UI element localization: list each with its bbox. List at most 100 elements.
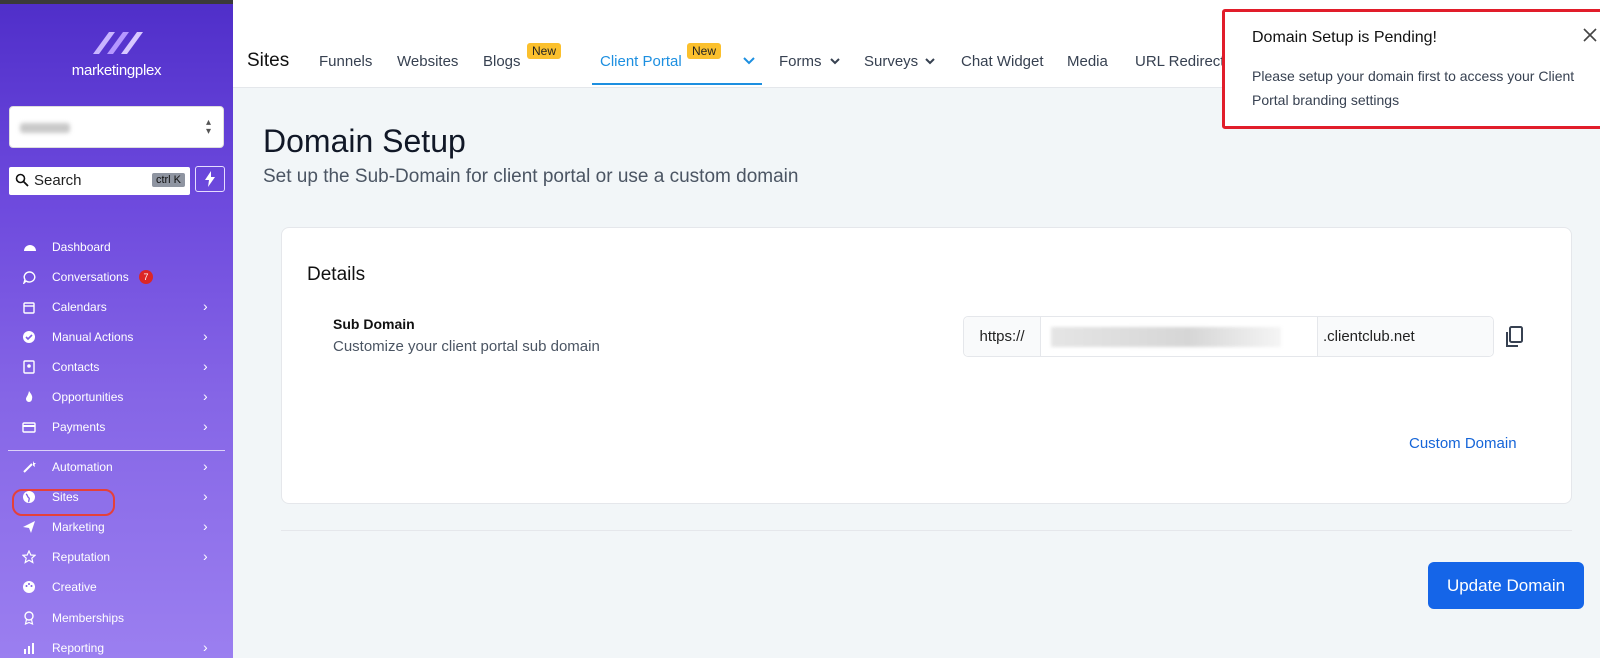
chevron-right-icon: › [203, 358, 208, 374]
chevron-right-icon: › [203, 548, 208, 564]
chevron-right-icon: › [203, 518, 208, 534]
page-subtitle: Set up the Sub-Domain for client portal … [263, 166, 799, 187]
quick-actions-button[interactable] [195, 166, 225, 192]
sidebar-item-memberships[interactable]: Memberships [0, 603, 233, 633]
search-placeholder: Search [34, 172, 82, 189]
subdomain-input-group: https:// .clientclub.net [963, 316, 1494, 357]
tab-surveys[interactable]: Surveys [864, 53, 918, 70]
active-tab-indicator [592, 83, 762, 85]
account-switcher[interactable]: ▴ ▾ [9, 106, 224, 148]
copy-icon[interactable] [1503, 325, 1525, 349]
sidebar-item-manual-actions[interactable]: Manual Actions › [0, 322, 233, 352]
chevron-right-icon: › [203, 639, 208, 655]
alert-title: Domain Setup is Pending! [1252, 29, 1437, 46]
sidebar-item-label: Reporting [52, 641, 105, 655]
sidebar-item-label: Conversations [52, 270, 129, 284]
search-box[interactable]: Search ctrl K [9, 167, 190, 195]
tab-chat-widget[interactable]: Chat Widget [961, 53, 1044, 70]
chevron-right-icon: › [203, 458, 208, 474]
flame-icon [26, 391, 33, 402]
award-icon [24, 611, 34, 625]
browser-strip [0, 0, 233, 4]
sidebar-item-marketing[interactable]: Marketing › [0, 512, 233, 542]
search-shortcut: ctrl K [151, 173, 185, 187]
sidebar-item-automation[interactable]: Automation › [0, 452, 233, 482]
chevron-right-icon: › [203, 488, 208, 504]
sidebar: marketingplex ▴ ▾ Search ctrl K Dashboard… [0, 0, 233, 658]
chevron-right-icon: › [203, 298, 208, 314]
tab-websites[interactable]: Websites [397, 53, 458, 70]
sidebar-item-label: Manual Actions [52, 330, 134, 344]
tab-forms[interactable]: Forms [779, 53, 822, 70]
alert-message: Please setup your domain first to access… [1252, 68, 1575, 108]
chevron-right-icon: › [203, 328, 208, 344]
details-heading: Details [307, 264, 366, 285]
sidebar-item-reporting[interactable]: Reporting › [0, 633, 233, 658]
chart-icon [24, 643, 34, 654]
brand-name: marketingplex [71, 62, 162, 79]
sidebar-item-label: Marketing [52, 520, 105, 534]
chevron-right-icon: › [203, 388, 208, 404]
account-name-redacted [20, 123, 70, 133]
new-badge-blogs: New [527, 43, 562, 59]
subdomain-input[interactable] [1041, 317, 1318, 356]
sidebar-item-label: Reputation [52, 550, 111, 564]
domain-pending-alert: Domain Setup is Pending! Please setup yo… [1222, 9, 1600, 129]
sites-highlight-annotation [12, 489, 115, 516]
tab-url-redirects[interactable]: URL Redirects [1135, 53, 1232, 70]
logo-mark-icon [92, 32, 143, 54]
subdomain-label: Sub Domain [333, 316, 415, 332]
new-badge-client-portal: New [687, 43, 722, 59]
tab-blogs[interactable]: Blogs [483, 53, 521, 70]
sidebar-item-label: Automation [52, 460, 113, 474]
details-card: Details Sub Domain Customize your client… [281, 227, 1572, 504]
send-icon [23, 521, 35, 533]
sidebar-item-label: Calendars [52, 300, 107, 314]
custom-domain-link[interactable]: Custom Domain [1409, 435, 1517, 452]
tab-media[interactable]: Media [1067, 53, 1108, 70]
sidebar-item-dashboard[interactable]: Dashboard [0, 232, 233, 262]
sidebar-item-label: Dashboard [52, 240, 111, 254]
brand-logo[interactable]: marketingplex [0, 24, 233, 79]
dashboard-icon [24, 245, 36, 251]
chevron-down-icon[interactable] [830, 58, 840, 65]
subdomain-help-text: Customize your client portal sub domain [333, 338, 600, 355]
search-icon [15, 173, 29, 187]
check-circle-icon [23, 331, 35, 343]
tab-funnels[interactable]: Funnels [319, 53, 372, 70]
sidebar-item-label: Creative [52, 580, 97, 594]
page-title: Domain Setup [263, 123, 466, 159]
close-icon[interactable] [1581, 26, 1599, 44]
wand-icon [23, 461, 36, 473]
tab-client-portal[interactable]: Client Portal [600, 53, 682, 70]
sidebar-item-creative[interactable]: Creative [0, 572, 233, 602]
chat-icon [22, 271, 36, 284]
sidebar-item-reputation[interactable]: Reputation › [0, 542, 233, 572]
sidebar-item-label: Memberships [52, 611, 125, 625]
star-icon [22, 550, 36, 564]
sidebar-item-calendars[interactable]: Calendars › [0, 292, 233, 322]
update-domain-button[interactable]: Update Domain [1428, 562, 1584, 609]
subdomain-value-redacted [1051, 327, 1281, 347]
chevron-down-icon[interactable] [743, 57, 755, 65]
sidebar-item-label: Payments [52, 420, 106, 434]
section-title: Sites [247, 50, 290, 71]
sidebar-divider [8, 450, 225, 451]
contacts-icon [23, 360, 35, 374]
sidebar-item-opportunities[interactable]: Opportunities › [0, 382, 233, 412]
card-icon [22, 422, 36, 433]
unread-count-badge: 7 [139, 270, 153, 284]
sidebar-item-contacts[interactable]: Contacts › [0, 352, 233, 382]
sidebar-item-label: Contacts [52, 360, 100, 374]
bolt-icon [205, 171, 215, 187]
calendar-icon [23, 302, 35, 314]
sidebar-item-conversations[interactable]: Conversations 7 [0, 262, 233, 292]
section-divider [281, 530, 1572, 531]
chevron-right-icon: › [203, 418, 208, 434]
chevron-down-icon[interactable] [925, 58, 935, 65]
sidebar-item-label: Opportunities [52, 390, 124, 404]
sidebar-item-payments[interactable]: Payments › [0, 412, 233, 442]
protocol-prefix: https:// [964, 317, 1041, 356]
domain-suffix: .clientclub.net [1318, 317, 1493, 356]
updown-caret-icon: ▴ ▾ [205, 117, 211, 137]
